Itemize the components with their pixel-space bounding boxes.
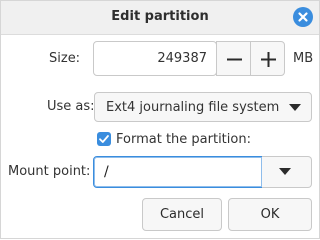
chevron-down-icon	[279, 168, 291, 175]
dialog-title: Edit partition	[111, 9, 209, 24]
use-as-label: Use as:	[47, 99, 95, 114]
edit-partition-dialog: Edit partition Size: 249387 MB Use as: E…	[0, 0, 320, 239]
use-as-selected: Ext4 journaling file system	[106, 100, 280, 115]
ok-button[interactable]: OK	[228, 198, 312, 231]
mount-point-value: /	[104, 164, 109, 180]
close-icon	[298, 12, 308, 22]
size-unit: MB	[293, 51, 314, 66]
size-value: 249387	[157, 51, 207, 66]
checkmark-icon	[99, 135, 109, 143]
mount-point-dropdown-button[interactable]	[262, 156, 312, 188]
format-checkbox[interactable]	[97, 132, 111, 146]
mount-point-label: Mount point:	[8, 164, 91, 179]
size-increment-button[interactable]	[250, 41, 285, 76]
chevron-down-icon	[289, 104, 301, 111]
size-decrement-button[interactable]	[216, 41, 251, 76]
close-button[interactable]	[293, 7, 313, 27]
cancel-button[interactable]: Cancel	[142, 198, 222, 231]
format-label[interactable]: Format the partition:	[116, 132, 251, 147]
plus-icon	[261, 52, 276, 67]
title-bar: Edit partition	[1, 1, 319, 35]
minus-icon	[227, 58, 242, 61]
size-input[interactable]: 249387	[93, 41, 217, 76]
mount-point-input[interactable]: /	[93, 156, 263, 188]
size-label: Size:	[49, 51, 81, 66]
use-as-dropdown[interactable]: Ext4 journaling file system	[94, 92, 312, 122]
